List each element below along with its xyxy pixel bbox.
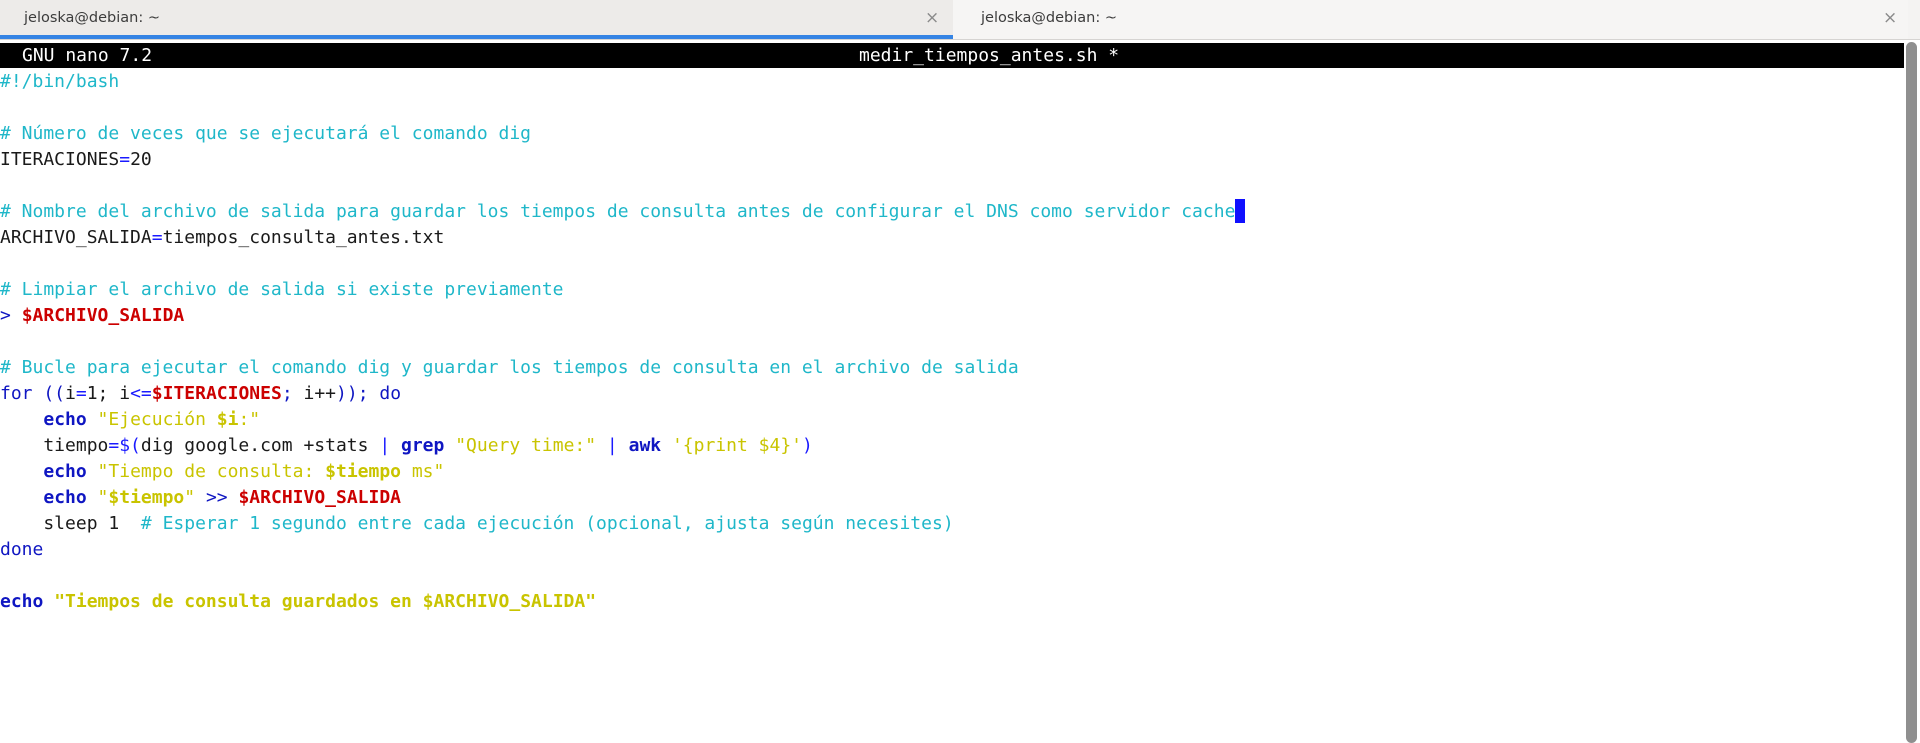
comment: # Nombre del archivo de salida para guar… <box>0 201 1236 222</box>
string: "Query time:" <box>444 435 607 456</box>
operator: =$( <box>108 435 141 456</box>
comment: # Bucle para ejecutar el comando dig y g… <box>0 357 1019 378</box>
code-line-16: echo "Tiempo de consulta: $tiempo ms" <box>0 459 1904 485</box>
builtin: echo <box>0 591 44 612</box>
code-line-14: echo "Ejecución $i:" <box>0 407 1904 433</box>
command: sleep 1 <box>0 513 141 534</box>
keyword: for (( <box>0 383 66 404</box>
nano-title-bar: GNU nano 7.2 medir_tiempos_antes.sh * <box>0 43 1904 68</box>
string: :" <box>238 409 261 430</box>
identifier: tiempo <box>0 435 109 456</box>
terminal-tab-bar: jeloska@debian: ~ × jeloska@debian: ~ × <box>0 0 1920 40</box>
comment: # Número de veces que se ejecutará el co… <box>0 123 532 144</box>
variable: $ARCHIVO_SALIDA <box>238 487 402 508</box>
code-line-15: tiempo=$(dig google.com +stats | grep "Q… <box>0 433 1904 459</box>
string-variable: $tiempo <box>108 487 185 508</box>
literal: i++ <box>303 383 337 404</box>
tab-title: jeloska@debian: ~ <box>981 10 1118 26</box>
variable: $ARCHIVO_SALIDA <box>21 305 185 326</box>
string: "Tiempo de consulta: <box>86 461 326 482</box>
tab-terminal-1[interactable]: jeloska@debian: ~ × <box>0 0 953 39</box>
code-line-17: echo "$tiempo" >> $ARCHIVO_SALIDA <box>0 485 1904 511</box>
nano-version: GNU nano 7.2 <box>22 45 153 66</box>
text-cursor <box>1235 199 1246 223</box>
tab-terminal-2[interactable]: jeloska@debian: ~ × <box>953 0 1908 39</box>
code-line-9: # Limpiar el archivo de salida si existe… <box>0 277 1904 303</box>
code-line-1: #!/bin/bash <box>0 69 1904 95</box>
pipe-operator: | <box>379 435 391 456</box>
string-variable: $i <box>216 409 239 430</box>
close-icon[interactable]: × <box>925 8 939 28</box>
code-line-7: ARCHIVO_SALIDA=tiempos_consulta_antes.tx… <box>0 225 1904 251</box>
code-line-10: > $ARCHIVO_SALIDA <box>0 303 1904 329</box>
string: "Tiempos de consulta guardados en <box>43 591 423 612</box>
redirect-operator: >> <box>195 487 239 508</box>
operator: = <box>119 149 131 170</box>
string-variable: $ARCHIVO_SALIDA <box>422 591 586 612</box>
redirect-operator: > <box>0 305 22 326</box>
code-line-6: # Nombre del archivo de salida para guar… <box>0 199 1904 225</box>
builtin: echo <box>43 487 87 508</box>
code-line-4: ITERACIONES=20 <box>0 147 1904 173</box>
builtin: echo <box>43 461 87 482</box>
pipe-operator: | <box>606 435 618 456</box>
builtin: echo <box>43 409 87 430</box>
variable: $ITERACIONES <box>151 383 282 404</box>
operator: = <box>151 227 163 248</box>
keyword: ; <box>281 383 304 404</box>
tab-title: jeloska@debian: ~ <box>24 10 161 26</box>
identifier: ITERACIONES <box>0 149 120 170</box>
literal: 1; i <box>86 383 131 404</box>
builtin: awk <box>628 435 662 456</box>
active-tab-indicator <box>0 35 953 39</box>
literal: 20 <box>130 149 152 170</box>
identifier: i <box>65 383 76 404</box>
code-line-19: done <box>0 537 1904 563</box>
file-name: medir_tiempos_antes.sh * <box>859 45 1120 66</box>
string: '{print $4}' <box>661 435 803 456</box>
string: " <box>585 591 597 612</box>
vertical-scrollbar[interactable] <box>1906 42 1917 743</box>
string: " <box>86 487 109 508</box>
operator: ) <box>802 435 813 456</box>
code-line-12: # Bucle para ejecutar el comando dig y g… <box>0 355 1904 381</box>
comment: # Limpiar el archivo de salida si existe… <box>0 279 564 300</box>
string: "Ejecución <box>86 409 217 430</box>
operator: <= <box>130 383 152 404</box>
string: " <box>184 487 196 508</box>
comment: # Esperar 1 segundo entre cada ejecución… <box>140 513 954 534</box>
literal: dig google.com +stats <box>140 435 380 456</box>
keyword: done <box>0 539 44 560</box>
code-line-3: # Número de veces que se ejecutará el co… <box>0 121 1904 147</box>
code-editor[interactable]: #!/bin/bash # Número de veces que se eje… <box>0 69 1904 615</box>
operator: = <box>75 383 87 404</box>
builtin: grep <box>401 435 445 456</box>
code-line-13: for ((i=1; i<=$ITERACIONES; i++)); do <box>0 381 1904 407</box>
identifier: ARCHIVO_SALIDA <box>0 227 152 248</box>
code-line-18: sleep 1 # Esperar 1 segundo entre cada e… <box>0 511 1904 537</box>
keyword: )); do <box>336 383 402 404</box>
close-icon[interactable]: × <box>1883 8 1897 28</box>
literal: tiempos_consulta_antes.txt <box>162 227 445 248</box>
string: ms" <box>401 461 445 482</box>
code-line-21: echo "Tiempos de consulta guardados en $… <box>0 589 1904 615</box>
terminal-view[interactable]: GNU nano 7.2 medir_tiempos_antes.sh * #!… <box>0 40 1920 743</box>
string-variable: $tiempo <box>325 461 401 482</box>
shebang: #!/bin/bash <box>0 71 120 92</box>
